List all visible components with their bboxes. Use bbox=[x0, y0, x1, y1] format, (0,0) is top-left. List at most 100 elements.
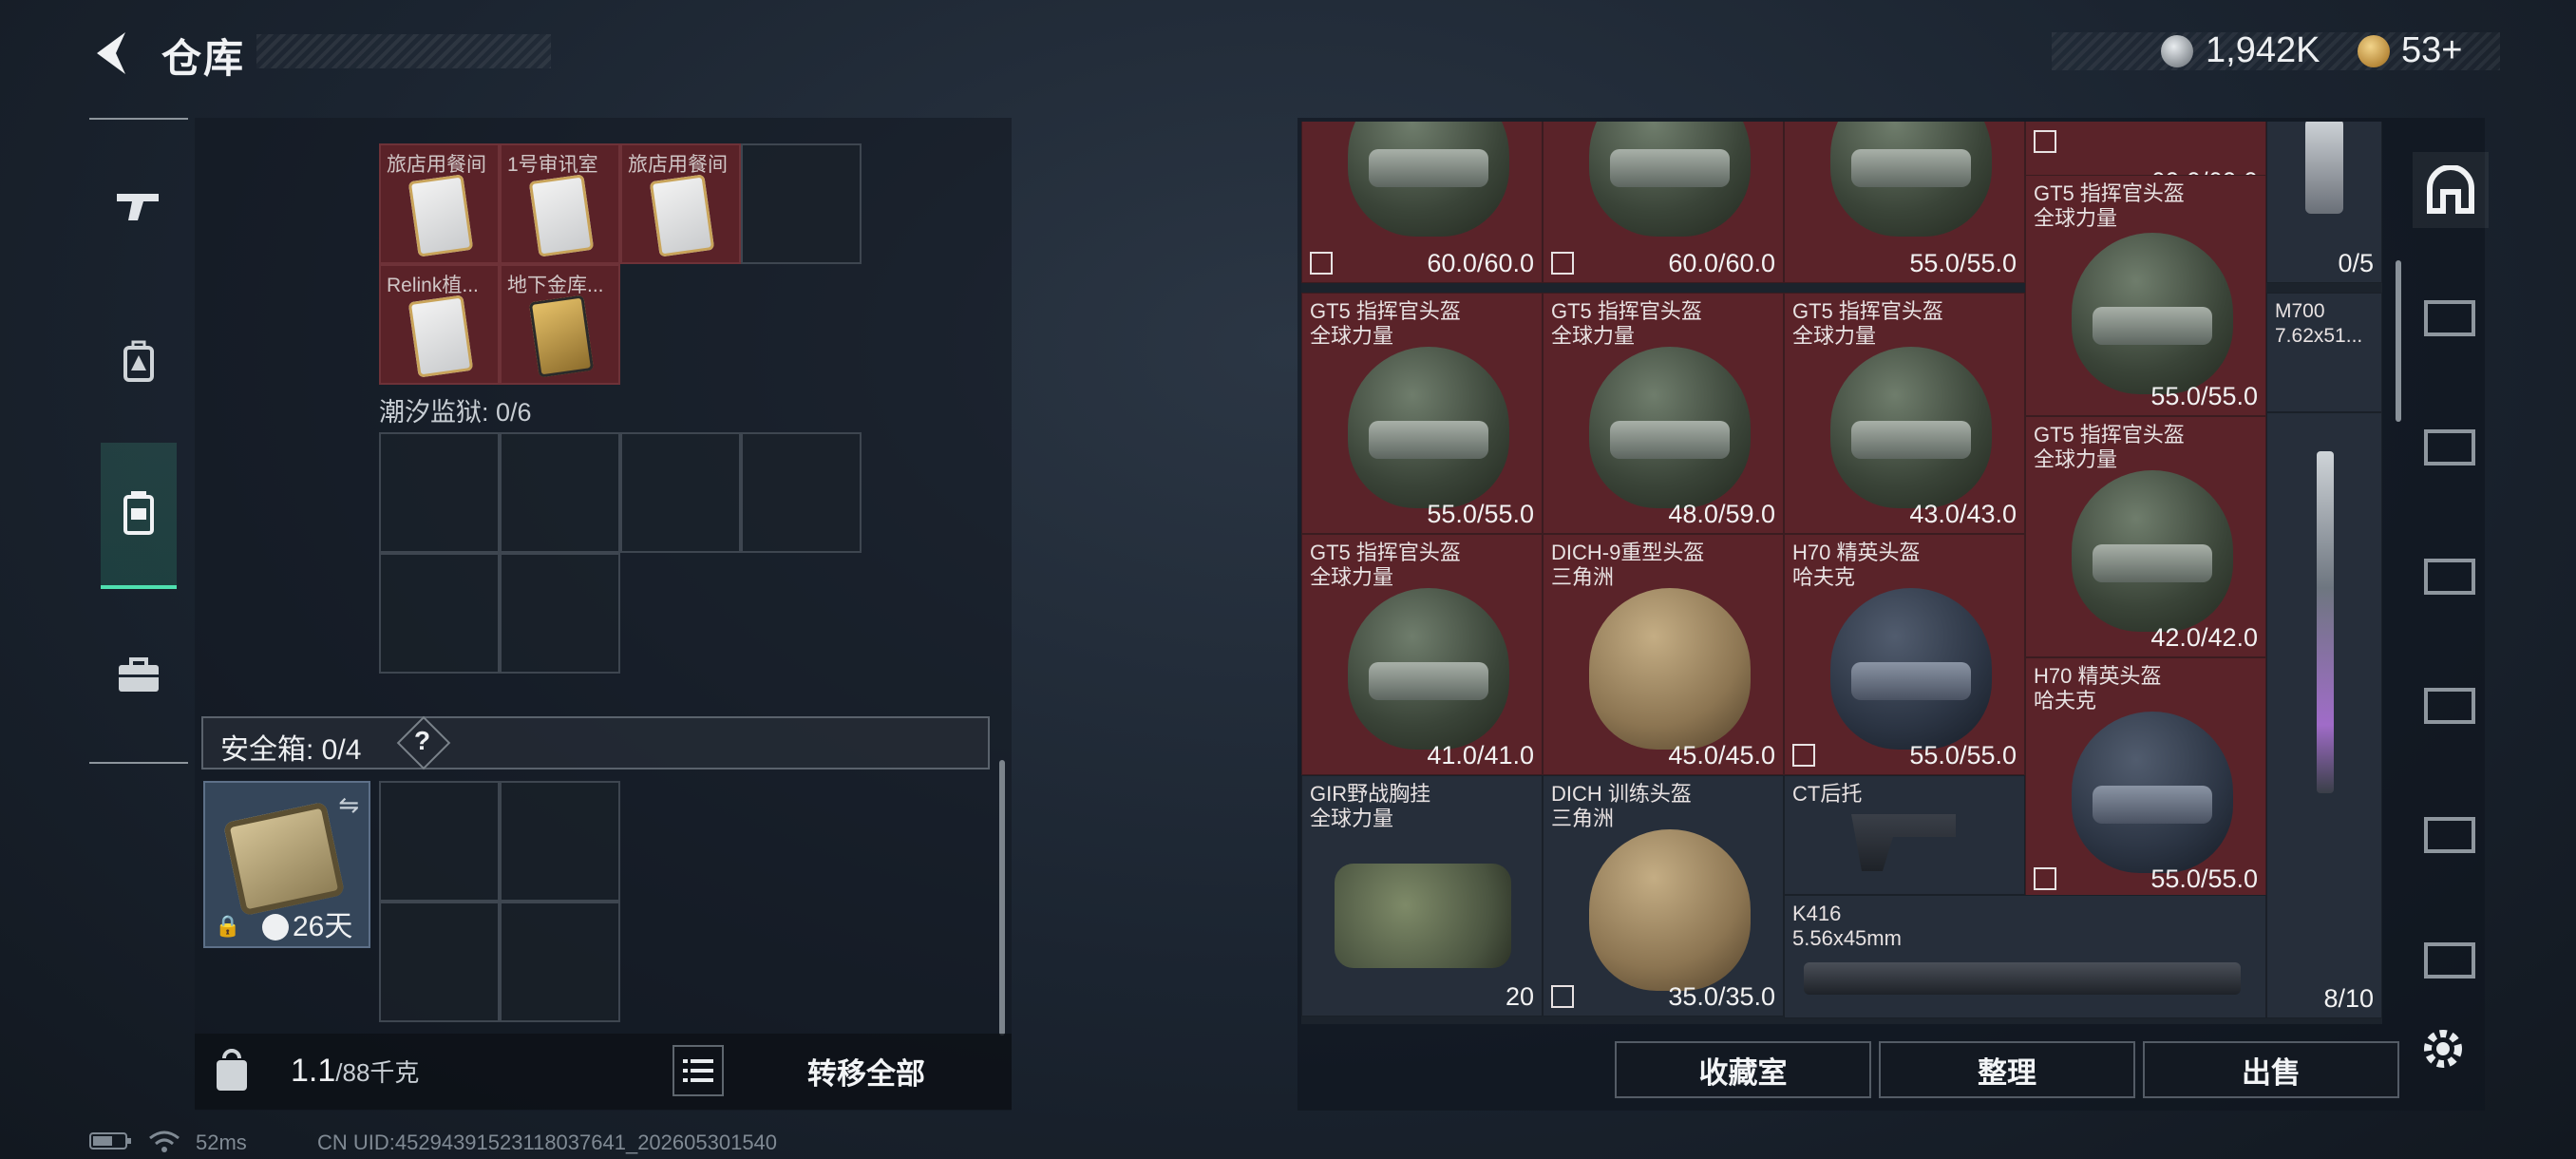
empty-slot[interactable] bbox=[620, 432, 741, 553]
inventory-item[interactable]: DICH-9重型头盔 三角洲 45.0/45.0 bbox=[1543, 534, 1784, 775]
empty-slot[interactable] bbox=[379, 553, 500, 674]
keycard-icon bbox=[407, 294, 474, 378]
insured-icon bbox=[1551, 985, 1574, 1008]
inventory-item[interactable]: GT5 指挥官头盔 全球力量 41.0/41.0 bbox=[1301, 534, 1543, 775]
armor-tab-iv[interactable] bbox=[2413, 665, 2489, 741]
helmet-tab[interactable] bbox=[2413, 152, 2489, 228]
empty-slot[interactable] bbox=[500, 432, 620, 553]
gun-icon bbox=[117, 194, 159, 220]
item-title: H70 精英头盔 bbox=[2034, 664, 2162, 688]
empty-slot[interactable] bbox=[741, 432, 862, 553]
durability: 43.0/43.0 bbox=[1909, 500, 2017, 528]
armor-tab-iii[interactable] bbox=[2413, 277, 2489, 353]
storage-scrollbar[interactable] bbox=[999, 760, 1005, 1036]
item-title: M700 bbox=[2275, 300, 2325, 322]
inventory-item[interactable]: K416 5.56x45mm bbox=[1784, 895, 2266, 1018]
inventory-item[interactable]: 60.0/60.0 bbox=[1543, 122, 1784, 283]
item-caliber: 7.62x51... bbox=[2275, 325, 2363, 347]
keycard-icon bbox=[528, 294, 595, 378]
inventory-item[interactable]: GT5 指挥官头盔 全球力量 55.0/55.0 bbox=[1301, 293, 1543, 534]
item-name: GT5 指挥官头盔 全球力量 bbox=[1310, 299, 1461, 349]
durability: 55.0/55.0 bbox=[2150, 382, 2258, 410]
helmet-icon bbox=[2072, 712, 2233, 873]
inventory-item[interactable]: 60.0/60.0 bbox=[1301, 122, 1543, 283]
clock-icon bbox=[262, 914, 289, 940]
insured-icon bbox=[1310, 252, 1333, 275]
durability: 55.0/55.0 bbox=[1909, 741, 2017, 770]
ammo-item[interactable]: 0/5 bbox=[2266, 122, 2382, 283]
insured-icon bbox=[1551, 252, 1574, 275]
helmet-icon bbox=[2072, 233, 2233, 394]
toolbox-icon bbox=[119, 657, 159, 692]
gold-amount[interactable]: 53+ bbox=[2401, 30, 2462, 71]
item-label: 地下金库... bbox=[507, 275, 604, 296]
nav-toolbox[interactable] bbox=[101, 636, 177, 712]
inventory-item[interactable]: GT5 指挥官头盔 全球力量 42.0/42.0 bbox=[2025, 416, 2266, 657]
back-arrow-icon[interactable] bbox=[87, 27, 133, 80]
armor-tab-iv[interactable] bbox=[2413, 407, 2489, 483]
armor-tab-iv[interactable] bbox=[2413, 920, 2489, 996]
nav-equipment[interactable] bbox=[101, 323, 177, 399]
safe-slot[interactable] bbox=[379, 902, 500, 1022]
armor-icon bbox=[2424, 688, 2475, 724]
battery-icon bbox=[89, 1130, 133, 1157]
item-name: K416 5.56x45mm bbox=[1792, 902, 1902, 951]
empty-slot[interactable] bbox=[741, 143, 862, 264]
armor-tab-ii[interactable] bbox=[2413, 794, 2489, 870]
storage-item-card[interactable]: 地下金库... bbox=[500, 264, 620, 385]
inventory-item[interactable]: CT后托 bbox=[1784, 775, 2025, 895]
item-faction: 全球力量 bbox=[1310, 324, 1394, 348]
list-view-button[interactable] bbox=[672, 1045, 724, 1096]
empty-slot[interactable] bbox=[500, 553, 620, 674]
collection-room-button[interactable]: 收藏室 bbox=[1615, 1041, 1871, 1098]
inventory-item[interactable]: GT5 指挥官头盔 全球力量 48.0/59.0 bbox=[1543, 293, 1784, 534]
helmet-icon bbox=[1348, 122, 1509, 237]
item-name: GT5 指挥官头盔 全球力量 bbox=[1792, 299, 1943, 349]
storage-item-card[interactable]: 旅店用餐间 bbox=[379, 143, 500, 264]
help-icon[interactable]: ? bbox=[414, 726, 430, 756]
nav-storage[interactable] bbox=[101, 443, 177, 589]
armor-tab-iv[interactable] bbox=[2413, 536, 2489, 612]
sort-button[interactable]: 整理 bbox=[1879, 1041, 2135, 1098]
weight-current: 1.1 bbox=[291, 1053, 336, 1089]
list-icon bbox=[683, 1059, 713, 1082]
settings-gear-icon[interactable] bbox=[2416, 1022, 2473, 1079]
inventory-item[interactable]: 55.0/55.0 bbox=[1784, 122, 2025, 283]
inventory-item[interactable]: H70 精英头盔 哈夫克 55.0/55.0 bbox=[1784, 534, 2025, 775]
transfer-all-button[interactable]: 转移全部 bbox=[733, 1039, 999, 1102]
inventory-item[interactable]: GIR野战胸挂 全球力量 20 bbox=[1301, 775, 1543, 1016]
helmet-icon bbox=[1348, 347, 1509, 508]
item-name: GT5 指挥官头盔 全球力量 bbox=[2034, 423, 2185, 472]
item-caliber: 5.56x45mm bbox=[1792, 926, 1902, 950]
weight-capacity: /88千克 bbox=[335, 1058, 420, 1087]
item-faction: 全球力量 bbox=[1792, 324, 1877, 348]
safe-slot[interactable] bbox=[379, 781, 500, 902]
lock-icon: 🔒 bbox=[215, 914, 241, 938]
empty-slot[interactable] bbox=[379, 432, 500, 553]
ammo-count: 0/5 bbox=[2338, 249, 2374, 277]
storage-item-card[interactable]: 旅店用餐间 bbox=[620, 143, 741, 264]
ping-readout: 52ms bbox=[196, 1130, 247, 1154]
durability: 48.0/59.0 bbox=[1668, 500, 1775, 528]
rifle-item[interactable]: 8/10 bbox=[2266, 412, 2382, 1018]
ammo-item[interactable]: M700 7.62x51... bbox=[2266, 293, 2382, 412]
storage-item-card[interactable]: 1号审讯室 bbox=[500, 143, 620, 264]
helmet-icon bbox=[1589, 347, 1751, 508]
helmet-icon bbox=[1589, 829, 1751, 991]
inventory-item[interactable]: GT5 指挥官头盔 全球力量 43.0/43.0 bbox=[1784, 293, 2025, 534]
item-name: DICH-9重型头盔 三角洲 bbox=[1551, 541, 1704, 590]
inventory-item[interactable]: GT5 指挥官头盔 全球力量 55.0/55.0 bbox=[2025, 175, 2266, 416]
swap-icon[interactable]: ⇋ bbox=[338, 790, 359, 820]
storage-item-card[interactable]: Relink植... bbox=[379, 264, 500, 385]
safe-slot[interactable] bbox=[500, 902, 620, 1022]
inventory-item[interactable]: DICH 训练头盔 三角洲 35.0/35.0 bbox=[1543, 775, 1784, 1016]
safe-box-timer: 26天 bbox=[293, 911, 353, 942]
item-name: GT5 指挥官头盔 全球力量 bbox=[2034, 181, 2185, 231]
inventory-item[interactable]: H70 精英头盔 哈夫克 55.0/55.0 bbox=[2025, 657, 2266, 899]
nav-weapons[interactable] bbox=[101, 167, 177, 243]
safe-box-item[interactable]: ⇋ 🔒 26天 bbox=[203, 781, 370, 948]
sell-button[interactable]: 出售 bbox=[2143, 1041, 2399, 1098]
helmet-icon bbox=[1830, 588, 1992, 750]
inventory-scrollbar[interactable] bbox=[2396, 260, 2401, 422]
safe-slot[interactable] bbox=[500, 781, 620, 902]
